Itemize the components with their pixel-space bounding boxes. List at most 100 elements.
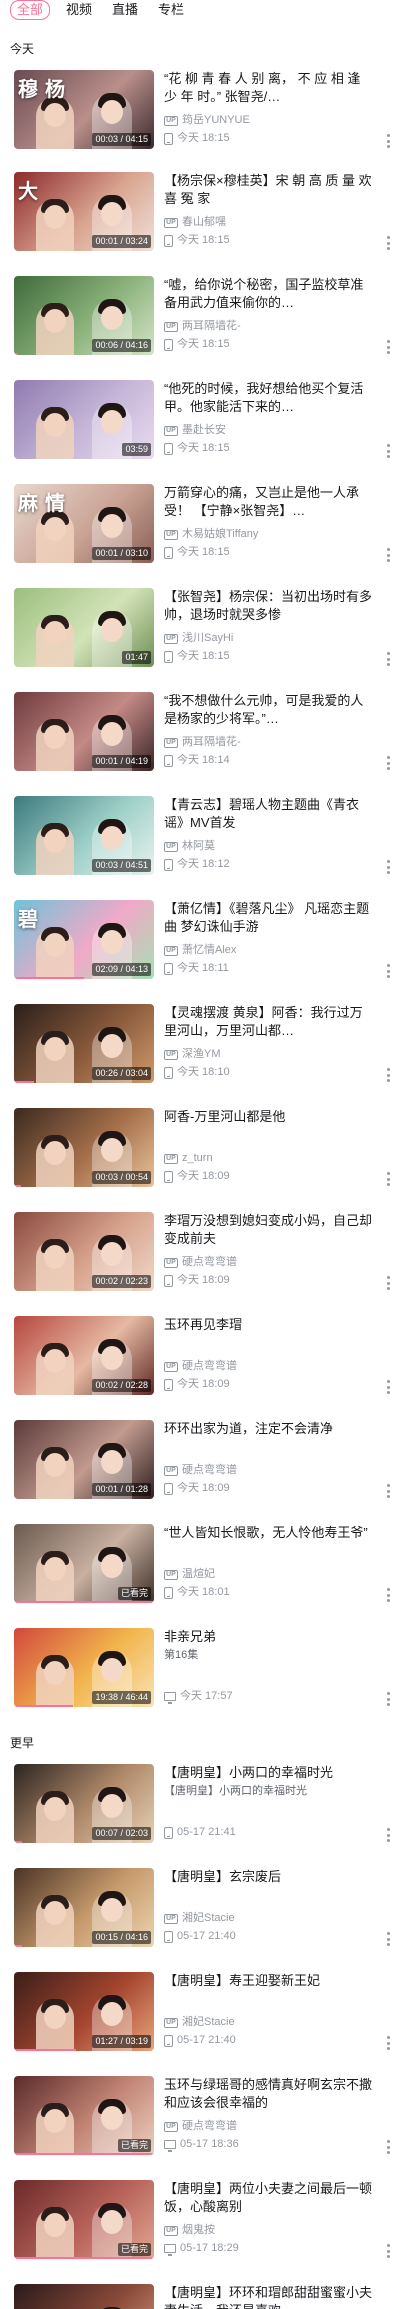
uploader[interactable]: UP 深渔YM <box>164 1048 221 1061</box>
video-title[interactable]: 环环出家为道，注定不会清净 <box>164 1420 374 1438</box>
more-options-icon[interactable] <box>386 1692 390 1706</box>
more-options-icon[interactable] <box>386 1828 390 1842</box>
uploader[interactable]: UP 浅川SayHi <box>164 632 233 645</box>
more-options-icon[interactable] <box>386 1932 390 1946</box>
history-item[interactable]: 00:02 / 02:23 李瑁万没想到媳妇变成小妈，自己却变成前夫 UP 硬点弯弯谱… <box>0 1212 400 1314</box>
uploader[interactable]: UP 林阿莫 <box>164 840 215 853</box>
history-item[interactable]: 00:03 / 00:54 阿香-万里河山都是他 UP z_turn 今天 18:09 <box>0 1108 400 1210</box>
video-thumbnail[interactable]: 00:02 / 02:23 <box>14 1212 154 1291</box>
uploader[interactable]: UP 硬点弯弯谱 <box>164 2120 237 2133</box>
video-thumbnail[interactable]: 00:02 / 02:28 <box>14 1316 154 1395</box>
uploader[interactable]: UP 春山郁嘿 <box>164 216 226 229</box>
more-options-icon[interactable] <box>386 1484 390 1498</box>
video-title[interactable]: 【唐明皇】寿王迎娶新王妃 <box>164 1972 374 1990</box>
history-item[interactable]: 麻 情 00:01 / 03:10 万箭穿心的痛，又岂止是他一人承受！ 【宁静×张智… <box>0 484 400 586</box>
video-thumbnail[interactable]: 已看完 <box>14 1524 154 1603</box>
uploader[interactable]: UP 木易姑娘Tiffany <box>164 528 258 541</box>
more-options-icon[interactable] <box>386 860 390 874</box>
history-item[interactable]: 【唐明皇】环环和瑁郎甜甜蜜蜜小夫妻生活，我还是喜欢…UP烟鬼按 <box>0 2284 400 2309</box>
video-title[interactable]: 【杨宗保×穆桂英】宋 朝 高 质 量 欢 喜 冤 家 <box>164 172 374 208</box>
video-thumbnail[interactable]: 00:26 / 03:04 <box>14 1004 154 1083</box>
uploader[interactable]: UP 湘妃Stacie <box>164 2016 235 2029</box>
uploader[interactable]: UP z_turn <box>164 1152 213 1165</box>
video-title[interactable]: 【萧亿情】《碧落凡尘》 凡瑶恋主题曲 梦幻诛仙手游 <box>164 900 374 936</box>
uploader[interactable]: UP 硬点弯弯谱 <box>164 1464 237 1477</box>
video-title[interactable]: 李瑁万没想到媳妇变成小妈，自己却变成前夫 <box>164 1212 374 1248</box>
video-title[interactable]: “花 柳 青 春 人 别 离， 不 应 相 逢 少 年 时。” 张智尧/… <box>164 70 374 106</box>
more-options-icon[interactable] <box>386 134 390 148</box>
more-options-icon[interactable] <box>386 340 390 354</box>
history-item[interactable]: 00:26 / 03:04 【灵魂摆渡 黄泉】阿香：我行过万里河山，万里河山都… U… <box>0 1004 400 1106</box>
video-thumbnail[interactable]: 00:01 / 01:28 <box>14 1420 154 1499</box>
video-thumbnail[interactable]: 已看完 <box>14 2076 154 2155</box>
video-thumbnail[interactable]: 01:47 <box>14 588 154 667</box>
more-options-icon[interactable] <box>386 2140 390 2154</box>
uploader[interactable]: UP 两耳隔墙花- <box>164 320 241 333</box>
more-options-icon[interactable] <box>386 1380 390 1394</box>
more-options-icon[interactable] <box>386 1276 390 1290</box>
history-item[interactable]: 01:47 【张智尧】杨宗保：当初出场时有多帅，退场时就哭多惨 UP 浅川SayHi 今… <box>0 588 400 690</box>
tab-article[interactable]: 专栏 <box>154 1 188 19</box>
more-options-icon[interactable] <box>386 2036 390 2050</box>
video-thumbnail[interactable]: 19:38 / 46:44 <box>14 1628 154 1707</box>
video-title[interactable]: 【唐明皇】环环和瑁郎甜甜蜜蜜小夫妻生活，我还是喜欢… <box>164 2284 374 2309</box>
video-title[interactable]: 【唐明皇】玄宗废后 <box>164 1868 374 1886</box>
video-title[interactable]: “嘘，给你说个秘密，国子监校草准备用武力值来偷你的… <box>164 276 374 312</box>
uploader[interactable]: UP 湘妃Stacie <box>164 1912 235 1925</box>
history-item[interactable]: 碧 02:09 / 04:13 【萧亿情】《碧落凡尘》 凡瑶恋主题曲 梦幻诛仙手游 U… <box>0 900 400 1002</box>
more-options-icon[interactable] <box>386 1588 390 1602</box>
video-title[interactable]: 【唐明皇】小两口的幸福时光 <box>164 1764 374 1782</box>
video-thumbnail[interactable]: 01:27 / 03:19 <box>14 1972 154 2051</box>
video-thumbnail[interactable]: 00:03 / 00:54 <box>14 1108 154 1187</box>
video-title[interactable]: 【张智尧】杨宗保：当初出场时有多帅，退场时就哭多惨 <box>164 588 374 624</box>
more-options-icon[interactable] <box>386 236 390 250</box>
uploader[interactable]: UP 硬点弯弯谱 <box>164 1360 237 1373</box>
history-item[interactable]: 已看完 “世人皆知长恨歌，无人怜他寿王爷” UP 温煊妃 今天 18:01 <box>0 1524 400 1626</box>
history-item[interactable]: 00:03 / 04:51 【青云志】碧瑶人物主题曲《青衣谣》MV首发 UP 林阿莫今… <box>0 796 400 898</box>
video-thumbnail[interactable]: 00:06 / 04:16 <box>14 276 154 355</box>
video-title[interactable]: 【青云志】碧瑶人物主题曲《青衣谣》MV首发 <box>164 796 374 832</box>
uploader[interactable]: UP 两耳隔墙花- <box>164 736 241 749</box>
history-item[interactable]: 03:59 “他死的时候，我好想给他买个复活甲。他家能活下来的… UP 墨赴长安 今天 … <box>0 380 400 482</box>
tab-video[interactable]: 视频 <box>62 1 96 19</box>
video-title[interactable]: 玉环再见李瑁 <box>164 1316 374 1334</box>
video-thumbnail[interactable]: 03:59 <box>14 380 154 459</box>
history-item[interactable]: 01:27 / 03:19 【唐明皇】寿王迎娶新王妃 UP 湘妃Stacie 05-17… <box>0 1972 400 2074</box>
uploader[interactable]: UP 硬点弯弯谱 <box>164 1256 237 1269</box>
history-item[interactable]: 大 00:01 / 03:24 【杨宗保×穆桂英】宋 朝 高 质 量 欢 喜 冤 家… <box>0 172 400 274</box>
video-thumbnail[interactable]: 00:15 / 04:16 <box>14 1868 154 1947</box>
video-thumbnail[interactable]: 00:07 / 02:03 <box>14 1764 154 1843</box>
video-thumbnail[interactable] <box>14 2284 154 2309</box>
history-item[interactable]: 19:38 / 46:44 非亲兄弟 第16集 今天 17:57 <box>0 1628 400 1730</box>
more-options-icon[interactable] <box>386 2244 390 2258</box>
video-title[interactable]: “我不想做什么元帅，可是我爱的人是杨家的少将军。”… <box>164 692 374 728</box>
uploader[interactable]: UP 萧忆情Alex <box>164 944 236 957</box>
history-item[interactable]: 00:02 / 02:28 玉环再见李瑁 UP 硬点弯弯谱 今天 18:09 <box>0 1316 400 1418</box>
video-thumbnail[interactable]: 穆 杨 00:03 / 04:15 <box>14 70 154 149</box>
history-item[interactable]: 00:07 / 02:03 【唐明皇】小两口的幸福时光 【唐明皇】小两口的幸福时光 0… <box>0 1764 400 1866</box>
history-item[interactable]: 00:01 / 04:19 “我不想做什么元帅，可是我爱的人是杨家的少将军。”… U… <box>0 692 400 794</box>
more-options-icon[interactable] <box>386 548 390 562</box>
more-options-icon[interactable] <box>386 1068 390 1082</box>
video-thumbnail[interactable]: 00:03 / 04:51 <box>14 796 154 875</box>
uploader[interactable]: UP 筠岳YUNYUE <box>164 114 250 127</box>
video-title[interactable]: 玉环与绿瑶哥的感情真好啊玄宗不撒和应该会很幸福的 <box>164 2076 374 2112</box>
tab-live[interactable]: 直播 <box>108 1 142 19</box>
video-title[interactable]: “他死的时候，我好想给他买个复活甲。他家能活下来的… <box>164 380 374 416</box>
history-item[interactable]: 00:15 / 04:16 【唐明皇】玄宗废后 UP 湘妃Stacie 05-17 21… <box>0 1868 400 1970</box>
uploader[interactable]: UP 烟鬼按 <box>164 2224 215 2237</box>
history-item[interactable]: 00:01 / 01:28 环环出家为道，注定不会清净 UP 硬点弯弯谱 今天 18:0… <box>0 1420 400 1522</box>
video-thumbnail[interactable]: 碧 02:09 / 04:13 <box>14 900 154 979</box>
history-item[interactable]: 00:06 / 04:16 “嘘，给你说个秘密，国子监校草准备用武力值来偷你的… U… <box>0 276 400 378</box>
more-options-icon[interactable] <box>386 444 390 458</box>
video-title[interactable]: 阿香-万里河山都是他 <box>164 1108 374 1126</box>
video-title[interactable]: 【唐明皇】两位小夫妻之间最后一顿饭，心酸离别 <box>164 2180 374 2216</box>
video-thumbnail[interactable]: 大 00:01 / 03:24 <box>14 172 154 251</box>
video-title[interactable]: 万箭穿心的痛，又岂止是他一人承受！ 【宁静×张智尧】… <box>164 484 374 520</box>
uploader[interactable]: UP 温煊妃 <box>164 1568 215 1581</box>
video-thumbnail[interactable]: 麻 情 00:01 / 03:10 <box>14 484 154 563</box>
more-options-icon[interactable] <box>386 1172 390 1186</box>
tab-all[interactable]: 全部 <box>10 0 51 20</box>
video-thumbnail[interactable]: 00:01 / 04:19 <box>14 692 154 771</box>
more-options-icon[interactable] <box>386 964 390 978</box>
